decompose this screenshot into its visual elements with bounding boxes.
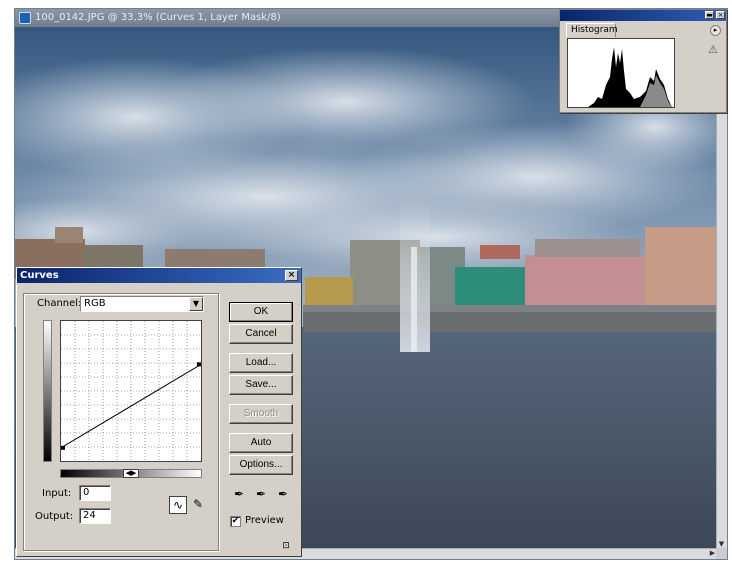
black-eyedropper-icon[interactable]: ✒ <box>232 487 246 501</box>
photoshop-document-icon <box>19 12 31 24</box>
close-icon[interactable]: × <box>285 270 298 281</box>
preview-checkbox[interactable]: ✔ <box>230 516 241 527</box>
document-title: 100_0142.JPG @ 33,3% (Curves 1, Layer Ma… <box>35 12 281 23</box>
resize-corner[interactable] <box>716 548 727 559</box>
curve-control-point[interactable] <box>61 445 65 450</box>
output-gradient-bar <box>43 320 52 462</box>
dialog-title: Curves <box>20 270 59 281</box>
curves-dialog[interactable]: Curves × Channel: RGB ▼ ◀▶ Input: 0 Outp… <box>16 267 302 557</box>
curves-titlebar[interactable]: Curves <box>17 268 301 283</box>
histogram-graph <box>567 38 675 108</box>
histogram-plot <box>588 47 672 107</box>
chevron-down-icon[interactable]: ▼ <box>189 297 203 311</box>
output-field[interactable]: 24 <box>79 508 111 524</box>
input-field[interactable]: 0 <box>79 485 111 501</box>
close-icon[interactable]: × <box>716 11 725 19</box>
gray-eyedropper-icon[interactable]: ✒ <box>254 487 268 501</box>
curve-grid <box>61 321 201 461</box>
cancel-button[interactable]: Cancel <box>229 324 293 344</box>
channel-select[interactable]: RGB ▼ <box>80 296 204 312</box>
curve-graph[interactable] <box>60 320 202 462</box>
warning-triangle-icon[interactable]: ⚠ <box>708 43 718 56</box>
curve-control-point[interactable] <box>197 362 201 367</box>
white-eyedropper-icon[interactable]: ✒ <box>276 487 290 501</box>
expand-dialog-icon[interactable]: ⊡ <box>279 540 293 552</box>
preview-label[interactable]: Preview <box>245 515 284 526</box>
palette-menu-icon[interactable]: ▸ <box>710 25 721 36</box>
curve-tool-icon[interactable]: ∿ <box>169 496 187 514</box>
input-label: Input: <box>42 488 72 499</box>
palette-titlebar[interactable]: ▬ × <box>560 10 726 21</box>
auto-button[interactable]: Auto <box>229 433 293 453</box>
pencil-tool-icon[interactable]: ✎ <box>189 496 207 514</box>
options-button[interactable]: Options... <box>229 455 293 475</box>
tab-histogram[interactable]: Histogram <box>566 23 618 37</box>
gradient-direction-toggle-icon[interactable]: ◀▶ <box>123 469 139 478</box>
ok-button[interactable]: OK <box>229 302 293 322</box>
minimize-icon[interactable]: ▬ <box>705 11 714 19</box>
smooth-button[interactable]: Smooth <box>229 404 293 424</box>
load-button[interactable]: Load... <box>229 353 293 373</box>
channel-value: RGB <box>84 298 106 309</box>
output-label: Output: <box>35 511 74 522</box>
histogram-palette[interactable]: ▬ × Histogram ▸ ⚠ <box>559 9 727 113</box>
channel-label: Channel: <box>35 298 84 309</box>
curve-plot[interactable] <box>60 321 202 461</box>
save-button[interactable]: Save... <box>229 375 293 395</box>
